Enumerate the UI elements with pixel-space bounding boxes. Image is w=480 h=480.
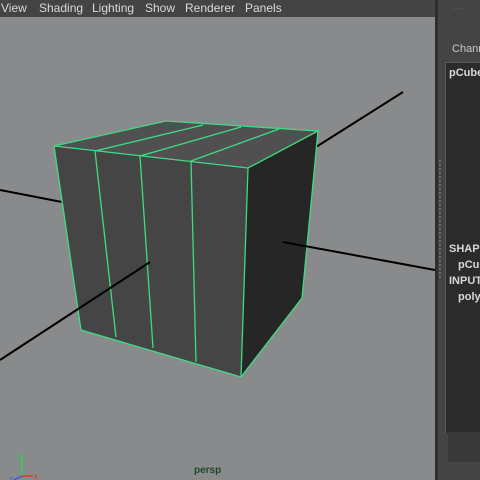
viewport-scene — [0, 91, 435, 378]
inputs-header: INPUTS — [449, 275, 480, 287]
menu-show[interactable]: Show — [145, 0, 175, 17]
axis-z-label: z — [9, 475, 13, 480]
drag-handle-icon[interactable]: ∙∙∙∙ — [453, 4, 466, 13]
cube-face-front[interactable] — [54, 146, 248, 377]
channel-box-tab[interactable]: Channels — [452, 43, 480, 55]
camera-label: persp — [194, 465, 222, 476]
menu-panels[interactable]: Panels — [245, 0, 282, 17]
channel-box: pCube1 SHAPES pCubeShape1 INPUTS polyCub… — [445, 62, 480, 433]
perspective-viewport[interactable]: persp y x z — [0, 17, 435, 480]
pivot-line-top-right — [315, 91, 404, 148]
input-node[interactable]: polyCube1 — [458, 291, 480, 303]
axis-gizmo: y x z — [9, 451, 38, 480]
shape-node[interactable]: pCubeShape1 — [458, 259, 480, 271]
menu-renderer[interactable]: Renderer — [185, 0, 235, 17]
viewport-menu-bar: View Shading Lighting Show Renderer Pane… — [0, 0, 435, 17]
object-name[interactable]: pCube1 — [449, 67, 480, 79]
channel-box-footer — [448, 432, 480, 462]
axis-y-label: y — [17, 451, 21, 460]
shapes-header: SHAPES — [449, 243, 480, 255]
menu-lighting[interactable]: Lighting — [92, 0, 134, 17]
menu-view[interactable]: View — [1, 0, 27, 17]
pivot-line-left — [0, 189, 63, 203]
axis-x-label: x — [34, 472, 38, 480]
channel-box-scroll-handle[interactable] — [438, 160, 442, 280]
menu-shading[interactable]: Shading — [39, 0, 83, 17]
